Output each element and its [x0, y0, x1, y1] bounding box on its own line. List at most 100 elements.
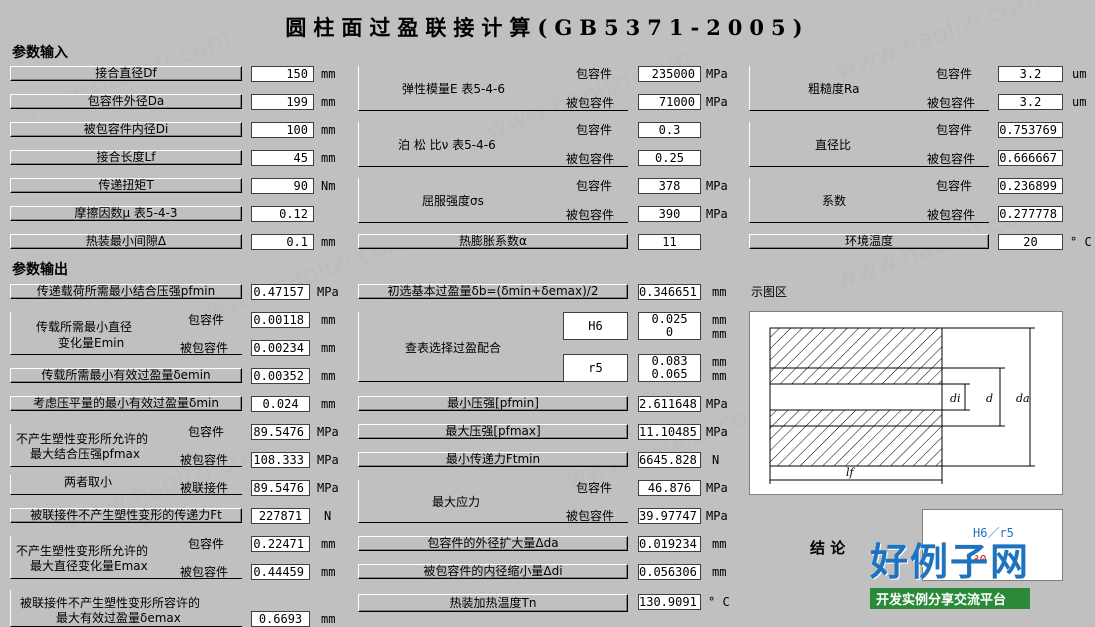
tn-value: 130.9091 — [638, 594, 701, 610]
stress-unit: MPa — [706, 481, 728, 495]
pmin-unit: MPa — [706, 397, 728, 411]
pmax-label: 最大压强[pfmax] — [358, 424, 628, 439]
section-input-title: 参数输入 — [12, 45, 68, 61]
poisson-inner-input[interactable]: 0.25 — [638, 150, 701, 166]
db-label: 初选基本过盈量δb=(δmin+δemax)/2 — [358, 284, 628, 299]
thermal-input[interactable]: 11 — [638, 234, 701, 250]
shaft-tolerance-input[interactable]: r5 — [563, 354, 628, 382]
pfmax-inner-value: 108.333 — [251, 452, 310, 468]
lf-input[interactable]: 45 — [251, 150, 314, 166]
fit-unit: mm — [712, 313, 727, 327]
emin-inner-label: 被包容件 — [180, 341, 229, 355]
both-inner-label: 被联接件 — [180, 481, 229, 495]
shaft-lower-deviation: 0.065 — [651, 367, 688, 381]
logo-main-text: 好例子网 — [870, 540, 1031, 584]
da-input[interactable]: 199 — [251, 94, 314, 110]
emax-unit-2: mm — [321, 565, 336, 579]
df-label: 接合直径Df — [10, 66, 242, 81]
ratio-inner-value: 0.666667 — [998, 150, 1063, 166]
ftmin-unit: N — [712, 453, 720, 467]
outer-part-top — [769, 327, 943, 369]
rough-inner-label: 被包容件 — [927, 96, 976, 110]
rough-label: 粗糙度Ra — [808, 82, 860, 96]
di-input[interactable]: 100 — [251, 122, 314, 138]
emin-unit: mm — [321, 313, 336, 327]
emin-label-1: 传载所需最小直径 — [36, 320, 133, 334]
emax-outer-value: 0.22471 — [251, 536, 310, 552]
pfmax-inner-label: 被包容件 — [180, 453, 229, 467]
inner-part-top — [769, 367, 943, 385]
poisson-label: 泊 松 比ν 表5-4-6 — [398, 138, 496, 152]
rough-outer-input[interactable]: 3.2 — [998, 66, 1063, 82]
ratio-outer-label: 包容件 — [936, 123, 973, 137]
stress-outer-label: 包容件 — [576, 481, 613, 495]
elastic-inner-input[interactable]: 71000 — [638, 94, 701, 110]
df-input[interactable]: 150 — [251, 66, 314, 82]
coef-inner-value: 0.277778 — [998, 206, 1063, 222]
pmax-value: 11.10485 — [638, 424, 701, 440]
torque-unit: Nm — [321, 179, 336, 193]
fit-unit-4: mm — [712, 369, 727, 383]
gap-input[interactable]: 0.1 — [251, 234, 314, 250]
shrink-value: 0.056306 — [638, 564, 701, 580]
demax-label-2: 最大有效过盈量δemax — [56, 611, 181, 625]
pfmax-outer-value: 89.5476 — [251, 424, 310, 440]
torque-input[interactable]: 90 — [251, 178, 314, 194]
yield-inner-label: 被包容件 — [566, 208, 615, 222]
pfmax-label-1: 不产生塑性变形所允许的 — [16, 432, 149, 446]
di-label: 被包容件内径Di — [10, 122, 242, 137]
emax-unit: mm — [321, 537, 336, 551]
conclusion-label: 结 论 — [810, 539, 846, 557]
elastic-outer-input[interactable]: 235000 — [638, 66, 701, 82]
yield-inner-input[interactable]: 390 — [638, 206, 701, 222]
elastic-outer-label: 包容件 — [576, 67, 613, 81]
stress-inner-value: 39.97747 — [638, 508, 701, 524]
demax-unit: mm — [321, 612, 336, 626]
dmin-label: 考虑压平量的最小有效过盈量δmin — [10, 396, 242, 411]
rough-inner-input[interactable]: 3.2 — [998, 94, 1063, 110]
pfmax-outer-label: 包容件 — [188, 425, 225, 439]
hole-tolerance-input[interactable]: H6 — [563, 312, 628, 340]
emax-label-2: 最大直径变化量Emax — [30, 559, 148, 573]
fit-unit-2: mm — [712, 327, 727, 341]
tn-unit: ° C — [708, 595, 730, 609]
ratio-inner-label: 被包容件 — [927, 152, 976, 166]
both-unit: MPa — [317, 481, 339, 495]
emin-label-2: 变化量Emin — [58, 336, 125, 350]
pfmin-value: 0.47157 — [251, 284, 310, 300]
friction-input[interactable]: 0.12 — [251, 206, 314, 222]
both-label: 两者取小 — [64, 475, 113, 489]
pfmin-unit: MPa — [317, 285, 339, 299]
emin-outer-value: 0.00118 — [251, 312, 310, 328]
lf-label: 接合长度Lf — [10, 150, 242, 165]
expand-label: 包容件的外径扩大量Δda — [358, 536, 628, 551]
yield-outer-input[interactable]: 378 — [638, 178, 701, 194]
stress-label: 最大应力 — [432, 495, 481, 509]
shrink-label: 被包容件的内径缩小量Δdi — [358, 564, 628, 579]
diagram-title: 示图区 — [751, 285, 788, 299]
emin-outer-label: 包容件 — [188, 313, 225, 327]
fit-unit-3: mm — [712, 355, 727, 369]
poisson-outer-input[interactable]: 0.3 — [638, 122, 701, 138]
rough-unit: um — [1072, 67, 1087, 81]
torque-label: 传递扭矩T — [10, 178, 242, 193]
ratio-label: 直径比 — [815, 138, 852, 152]
expand-value: 0.019234 — [638, 536, 701, 552]
pfmax-unit: MPa — [317, 425, 339, 439]
gap-unit: mm — [321, 235, 336, 249]
di-dimension-label: di — [950, 392, 961, 405]
gap-label: 热装最小间隙Δ — [10, 234, 242, 249]
section-output-title: 参数输出 — [12, 262, 68, 278]
pmin-value: 2.611648 — [638, 396, 701, 412]
expand-unit: mm — [712, 537, 727, 551]
emax-inner-value: 0.44459 — [251, 564, 310, 580]
elastic-unit-2: MPa — [706, 95, 728, 109]
df-unit: mm — [321, 67, 336, 81]
site-logo: 好例子网 开发实例分享交流平台 — [870, 540, 1031, 609]
emax-inner-label: 被包容件 — [180, 565, 229, 579]
da-unit: mm — [321, 95, 336, 109]
hole-deviation-box: 0.025 0 — [638, 312, 701, 340]
stress-outer-value: 46.876 — [638, 480, 701, 496]
friction-label: 摩擦因数μ 表5-4-3 — [10, 206, 242, 221]
ambient-input[interactable]: 20 — [998, 234, 1063, 250]
